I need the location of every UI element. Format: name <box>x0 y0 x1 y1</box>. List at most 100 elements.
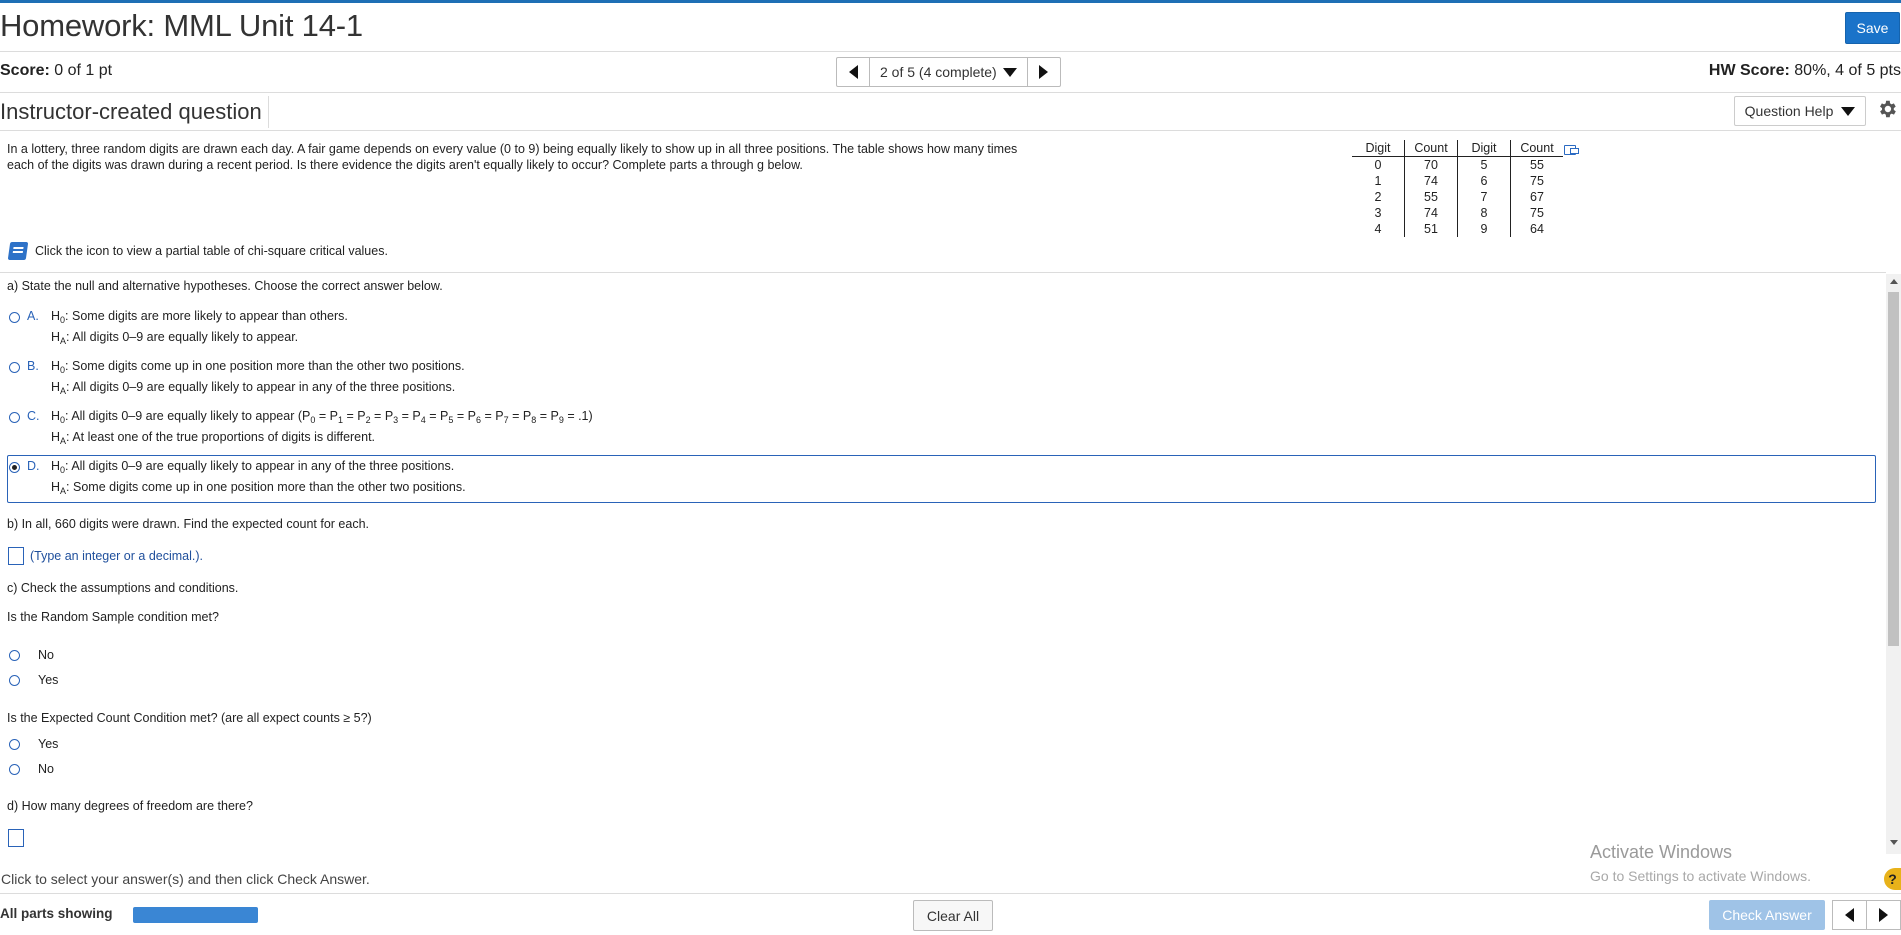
book-icon[interactable] <box>7 242 29 260</box>
column-header: Digit <box>1457 140 1511 157</box>
footer-question-navigator <box>1832 900 1901 930</box>
question-type-label: Instructor-created question <box>0 96 269 128</box>
option-a-h0[interactable]: H0: Some digits are more likely to appea… <box>51 309 348 325</box>
option-a-ha[interactable]: HA: All digits 0–9 are equally likely to… <box>51 330 299 346</box>
popout-icon[interactable] <box>1564 145 1579 155</box>
chevron-right-icon <box>1039 65 1049 79</box>
hw-score: HW Score: 80%, 4 of 5 pts <box>1709 62 1901 80</box>
instructions-hint: Click to select your answer(s) and then … <box>1 871 370 887</box>
next-question-button[interactable] <box>1028 58 1060 86</box>
divider <box>0 893 1901 894</box>
previous-question-button[interactable] <box>1833 901 1866 929</box>
column-header: Digit <box>1352 140 1405 157</box>
expected-count-no-label[interactable]: No <box>38 762 54 776</box>
option-c-letter: C. <box>27 409 40 423</box>
option-c-h0[interactable]: H0: All digits 0–9 are equally likely to… <box>51 409 593 425</box>
option-a-ha-text: All digits 0–9 are equally likely to app… <box>72 330 299 344</box>
table-row: 3 74 8 75 <box>1352 205 1563 221</box>
random-sample-no-label[interactable]: No <box>38 648 54 662</box>
activate-windows-title: Activate Windows <box>1590 842 1733 862</box>
table-header-row: Digit Count Digit Count <box>1352 140 1563 157</box>
expected-count-input[interactable] <box>8 547 24 565</box>
check-answer-button[interactable]: Check Answer <box>1709 900 1825 930</box>
table-cell: 75 <box>1510 205 1563 221</box>
random-sample-yes-radio[interactable] <box>9 675 20 686</box>
random-sample-yes-label[interactable]: Yes <box>38 673 58 687</box>
gear-icon[interactable] <box>1876 98 1898 120</box>
option-b-ha-text: All digits 0–9 are equally likely to app… <box>72 380 456 394</box>
caret-down-icon <box>1841 106 1856 116</box>
clear-all-button[interactable]: Clear All <box>913 900 993 931</box>
hw-score-value: 80%, 4 of 5 pts <box>1794 62 1901 79</box>
option-c-h0-text: All digits 0–9 are equally likely to app… <box>71 409 311 423</box>
scrollbar-thumb[interactable] <box>1888 292 1899 646</box>
table-cell: 8 <box>1457 205 1511 221</box>
part-d-prompt: d) How many degrees of freedom are there… <box>7 799 253 813</box>
table-cell: 67 <box>1510 189 1563 205</box>
caret-down-icon <box>1002 67 1017 77</box>
table-cell: 64 <box>1510 221 1563 237</box>
table-cell: 51 <box>1404 221 1458 237</box>
expected-count-yes-label[interactable]: Yes <box>38 737 58 751</box>
chevron-left-icon <box>1845 908 1854 922</box>
save-button[interactable]: Save <box>1845 12 1900 44</box>
page-title: Homework: MML Unit 14-1 <box>0 8 363 43</box>
all-parts-label: All parts showing <box>0 906 113 921</box>
chi-square-table-link[interactable]: Click the icon to view a partial table o… <box>7 242 388 260</box>
option-b-letter: B. <box>27 359 39 373</box>
help-icon[interactable]: ? <box>1884 868 1901 890</box>
table-cell: 55 <box>1510 156 1563 173</box>
scrollbar[interactable] <box>1886 274 1901 854</box>
table-cell: 70 <box>1404 156 1458 173</box>
table-cell: 3 <box>1374 206 1382 220</box>
table-row: 2 55 7 67 <box>1352 189 1563 205</box>
progress-bar <box>133 907 258 923</box>
expected-count-yes-radio[interactable] <box>9 739 20 750</box>
question-help-button[interactable]: Question Help <box>1734 96 1866 126</box>
option-b-ha[interactable]: HA: All digits 0–9 are equally likely to… <box>51 380 456 396</box>
option-b-radio[interactable] <box>9 362 20 373</box>
degrees-of-freedom-input[interactable] <box>8 829 24 847</box>
random-sample-no-radio[interactable] <box>9 650 20 661</box>
option-d-ha[interactable]: HA: Some digits come up in one position … <box>51 480 466 496</box>
part-b-prompt: b) In all, 660 digits were drawn. Find t… <box>7 517 370 531</box>
scroll-up-icon[interactable] <box>1890 279 1898 284</box>
divider <box>0 51 1901 52</box>
expected-count-no-radio[interactable] <box>9 764 20 775</box>
question-selector[interactable]: 2 of 5 (4 complete) <box>869 58 1028 86</box>
table-cell: 55 <box>1404 189 1458 205</box>
question-navigator: 2 of 5 (4 complete) <box>836 57 1061 87</box>
option-c-radio[interactable] <box>9 412 20 423</box>
table-cell: 5 <box>1457 156 1511 173</box>
random-sample-question: Is the Random Sample condition met? <box>7 610 219 624</box>
table-cell: 4 <box>1374 222 1382 236</box>
table-row: 1 74 6 75 <box>1352 173 1563 189</box>
table-cell: 75 <box>1510 173 1563 189</box>
hw-score-label: HW Score: <box>1708 62 1790 79</box>
previous-question-button[interactable] <box>837 58 869 86</box>
activate-windows-subtitle: Go to Settings to activate Windows. <box>1590 868 1811 884</box>
table-cell: 2 <box>1374 190 1382 204</box>
chi-square-link-text: Click the icon to view a partial table o… <box>35 244 388 258</box>
option-d-radio[interactable] <box>9 462 20 473</box>
option-d-letter: D. <box>27 459 40 473</box>
option-a-radio[interactable] <box>9 312 20 323</box>
score: Score: 0 of 1 pt <box>0 62 112 80</box>
column-header: Count <box>1404 140 1458 157</box>
table-cell: 74 <box>1404 173 1458 189</box>
option-d-ha-text: Some digits come up in one position more… <box>73 480 466 494</box>
option-c-ha[interactable]: HA: At least one of the true proportions… <box>51 430 376 446</box>
part-c-prompt: c) Check the assumptions and conditions. <box>7 581 239 595</box>
table-cell: 1 <box>1374 174 1382 188</box>
top-accent-line <box>0 0 1901 3</box>
scroll-down-icon[interactable] <box>1890 840 1898 845</box>
option-b-h0[interactable]: H0: Some digits come up in one position … <box>51 359 465 375</box>
expected-count-question: Is the Expected Count Condition met? (ar… <box>7 711 372 725</box>
column-header: Count <box>1510 140 1563 157</box>
table-cell: 0 <box>1374 158 1382 172</box>
option-d-h0[interactable]: H0: All digits 0–9 are equally likely to… <box>51 459 454 475</box>
option-c-ha-text: At least one of the true proportions of … <box>72 430 376 444</box>
next-question-button[interactable] <box>1866 901 1900 929</box>
problem-statement: In a lottery, three random digits are dr… <box>7 142 1018 172</box>
option-b-h0-text: Some digits come up in one position more… <box>72 359 465 373</box>
